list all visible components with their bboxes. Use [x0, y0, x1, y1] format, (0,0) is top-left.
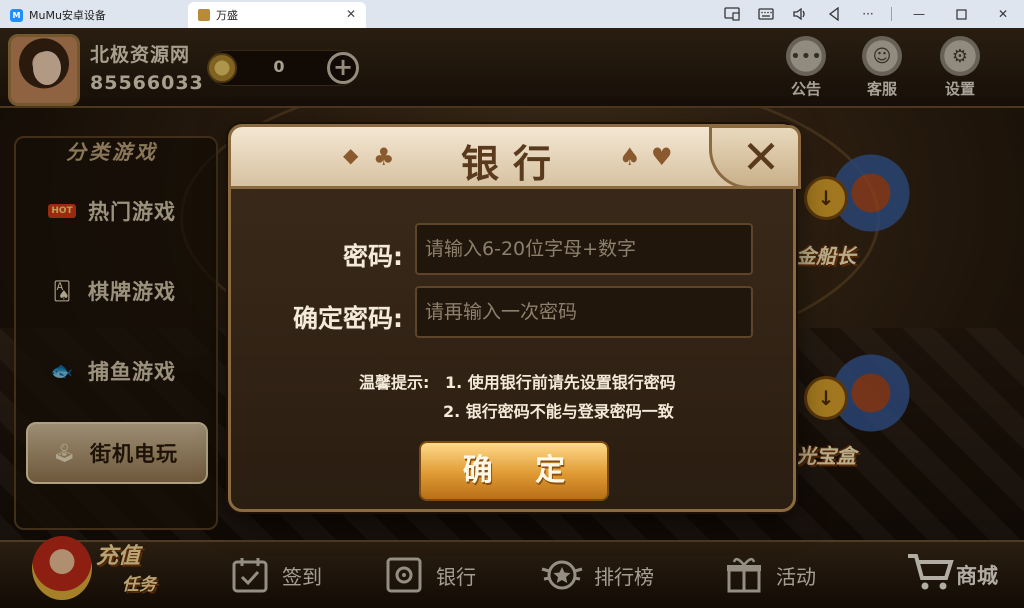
more-icon[interactable]: ··· [851, 0, 885, 28]
tab-mumu-device[interactable]: M MuMu安卓设备 [0, 2, 188, 28]
maximize-icon[interactable] [940, 0, 982, 28]
tab-label: MuMu安卓设备 [29, 9, 106, 22]
bank-dialog-title: 银行 [461, 142, 566, 186]
close-x-icon: ✕ [741, 130, 781, 184]
tab-label: 万盛 [216, 9, 238, 22]
tip-line-1: 1. 使用银行前请先设置银行密码 [445, 373, 676, 392]
confirm-password-label: 确定密码: [293, 304, 403, 333]
emulator-titlebar: M MuMu安卓设备 万盛 ✕ ··· — ✕ [0, 0, 1024, 28]
heart-suit-icon: ♥ [651, 143, 673, 171]
password-input[interactable] [415, 223, 753, 275]
club-suit-icon: ♣ [373, 143, 395, 171]
bank-dialog: ◆ ♣ 银行 ♠ ♥ ✕ 密码: 确定密码: 温馨提示: 1. 使用银行前请先设… [228, 124, 801, 512]
separator [891, 7, 892, 21]
spade-suit-icon: ♠ [619, 143, 641, 171]
confirm-password-input[interactable] [415, 286, 753, 338]
diamond-suit-icon: ◆ [343, 143, 359, 167]
minimize-icon[interactable]: — [898, 0, 940, 28]
volume-icon[interactable] [783, 0, 817, 28]
password-label: 密码: [343, 242, 403, 271]
screenshot-icon[interactable] [715, 0, 749, 28]
tip-line-2: 2. 银行密码不能与登录密码一致 [443, 402, 674, 421]
mumu-logo-icon: M [10, 8, 23, 22]
tab-close-icon[interactable]: ✕ [346, 7, 356, 21]
confirm-button[interactable]: 确 定 [419, 441, 609, 501]
tip-prefix: 温馨提示: [359, 373, 430, 392]
window-controls: ··· — ✕ [715, 0, 1024, 28]
back-icon[interactable] [817, 0, 851, 28]
game-screen: 北极资源网 85566033 0 + ••• 公告 ☺ 客服 ⚙ 设置 分类游戏… [0, 28, 1024, 608]
close-icon[interactable]: ✕ [982, 0, 1024, 28]
keyboard-icon[interactable] [749, 0, 783, 28]
close-dialog-button[interactable]: ✕ [709, 125, 801, 189]
game-logo-icon [198, 9, 210, 21]
tab-game[interactable]: 万盛 ✕ [188, 2, 366, 28]
